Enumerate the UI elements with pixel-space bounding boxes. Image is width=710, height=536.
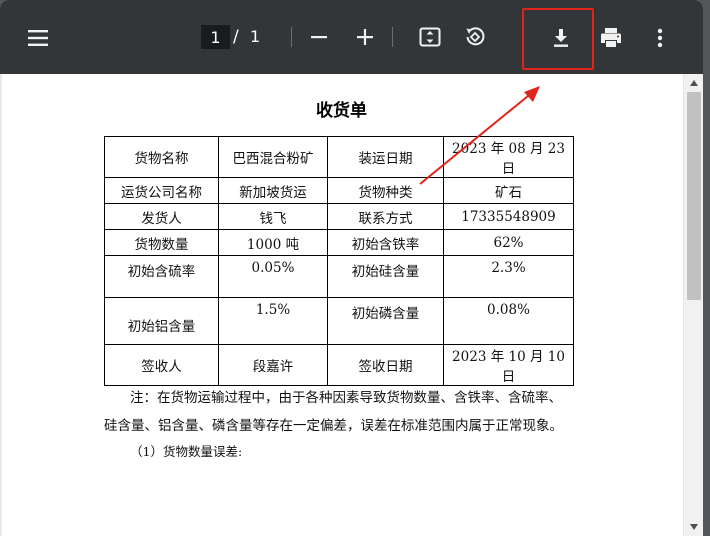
total-pages: 1 — [250, 27, 261, 46]
note-paragraph: 注：在货物运输过程中，由于各种因素导致货物数量、含铁率、含硫率、 硅含量、铝含量… — [104, 384, 574, 440]
page-number-input[interactable]: 1 — [201, 25, 230, 49]
table-cell: 货物名称 — [104, 136, 219, 178]
table-cell: 初始磷含量 — [327, 297, 444, 345]
more-vert-icon — [657, 28, 663, 48]
table-cell: 运货公司名称 — [104, 177, 219, 204]
table-cell: 段嘉许 — [218, 344, 328, 386]
scroll-up-arrow-icon[interactable] — [690, 80, 698, 86]
table-row: 签收人 段嘉许 签收日期 2023 年 10 月 10 日 — [104, 344, 574, 386]
zoom-out-icon — [311, 36, 327, 39]
more-options-button[interactable] — [650, 24, 670, 52]
toolbar-divider — [291, 27, 292, 47]
table-row: 运货公司名称 新加坡货运 货物种类 矿石 — [104, 177, 574, 204]
table-cell: 2023 年 10 月 10 日 — [443, 344, 574, 386]
print-button[interactable] — [597, 24, 625, 52]
table-cell: 62% — [443, 229, 574, 256]
toolbar-divider — [392, 27, 393, 47]
fit-page-icon — [419, 27, 441, 47]
pdf-toolbar: 1 / 1 — [0, 0, 703, 74]
table-row: 货物数量 1000 吨 初始含铁率 62% — [104, 229, 574, 256]
table-cell: 货物种类 — [327, 177, 444, 204]
note-item: （1）货物数量误差: — [130, 444, 243, 459]
table-cell: 钱飞 — [218, 203, 328, 230]
table-cell: 联系方式 — [327, 203, 444, 230]
table-cell: 初始铝含量 — [104, 297, 219, 345]
table-cell: 1000 吨 — [218, 229, 328, 256]
scrollbar-thumb[interactable] — [687, 92, 701, 300]
table-cell: 初始硅含量 — [327, 255, 444, 298]
table-cell: 货物数量 — [104, 229, 219, 256]
table-cell: 新加坡货运 — [218, 177, 328, 204]
menu-button[interactable] — [24, 24, 52, 52]
document-title: 收货单 — [316, 101, 367, 121]
table-cell: 装运日期 — [327, 136, 444, 178]
page-separator: / — [233, 27, 239, 47]
table-cell: 签收日期 — [327, 344, 444, 386]
table-cell: 巴西混合粉矿 — [218, 136, 328, 178]
table-cell: 17335548909 — [443, 203, 574, 230]
note-line: 硅含量、铝含量、磷含量等存在一定偏差，误差在标准范围内属于正常现象。 — [104, 418, 563, 434]
table-row: 初始铝含量 1.5% 初始磷含量 0.08% — [104, 297, 574, 345]
table-cell: 签收人 — [104, 344, 219, 386]
table-row: 初始含硫率 0.05% 初始硅含量 2.3% — [104, 255, 574, 298]
page-edge — [0, 74, 2, 536]
note-line: 注：在货物运输过程中，由于各种因素导致货物数量、含铁率、含硫率、 — [130, 390, 562, 406]
receipt-table: 货物名称 巴西混合粉矿 装运日期 2023 年 08 月 23 日 运货公司名称… — [104, 136, 574, 386]
table-cell: 1.5% — [218, 297, 328, 345]
rotate-button[interactable] — [461, 23, 489, 51]
menu-icon — [28, 30, 48, 46]
table-cell: 初始含铁率 — [327, 229, 444, 256]
vertical-scrollbar[interactable] — [683, 74, 703, 536]
scroll-down-arrow-icon[interactable] — [690, 524, 698, 530]
table-row: 货物名称 巴西混合粉矿 装运日期 2023 年 08 月 23 日 — [104, 136, 574, 178]
print-icon — [601, 28, 621, 47]
table-cell: 发货人 — [104, 203, 219, 230]
pdf-viewer: 1 / 1 收货单 货物名称 巴西混合粉矿 装运日期 2023 年 08 月 2… — [0, 0, 703, 536]
table-cell: 2023 年 08 月 23 日 — [443, 136, 574, 178]
zoom-in-icon — [357, 29, 373, 45]
fit-to-page-button[interactable] — [416, 23, 444, 51]
table-cell: 2.3% — [443, 255, 574, 298]
table-cell: 矿石 — [443, 177, 574, 204]
zoom-in-button[interactable] — [352, 24, 378, 50]
table-row: 发货人 钱飞 联系方式 17335548909 — [104, 203, 574, 230]
zoom-out-button[interactable] — [306, 24, 332, 50]
table-cell: 0.05% — [218, 255, 328, 298]
rotate-icon — [466, 27, 485, 46]
table-cell: 0.08% — [443, 297, 574, 345]
download-highlight-box — [522, 8, 594, 70]
table-cell: 初始含硫率 — [104, 255, 219, 298]
